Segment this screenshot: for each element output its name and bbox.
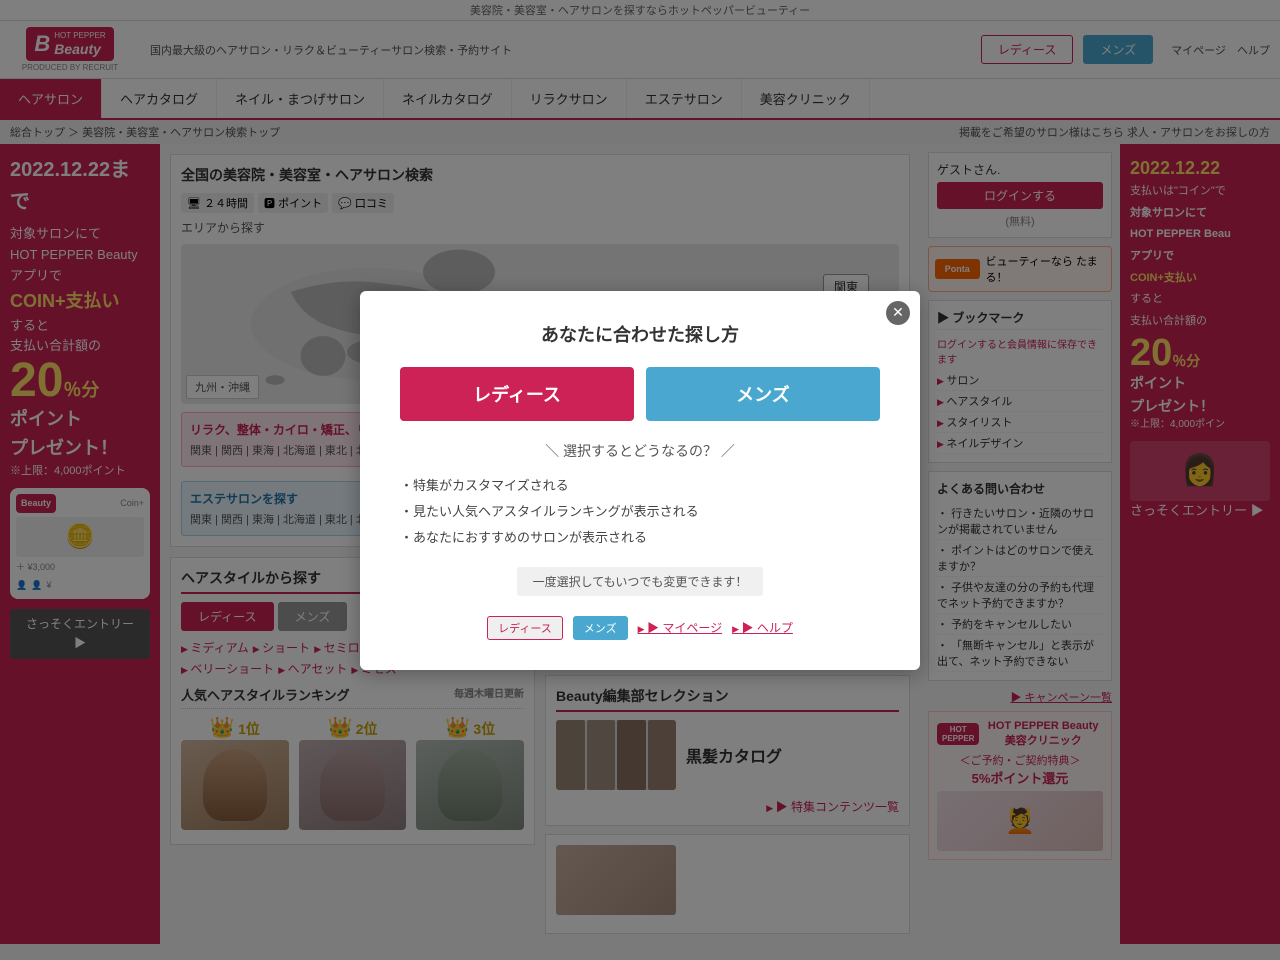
modal-center-note: 一度選択してもいつでも変更できます！ (400, 567, 880, 610)
feature-item-3: ・あなたにおすすめのサロンが表示される (400, 525, 880, 551)
modal-close-button[interactable]: ✕ (886, 301, 910, 325)
modal-bottom-ladies[interactable]: レディース (487, 616, 563, 640)
modal-question: ＼ 選択するとどうなるの？ ／ (400, 441, 880, 461)
modal-help-link[interactable]: ▶ ヘルプ (732, 617, 793, 638)
modal-change-note: 一度選択してもいつでも変更できます！ (517, 567, 764, 596)
modal-features: ・特集がカスタマイズされる ・見たい人気ヘアスタイルランキングが表示される ・あ… (400, 473, 880, 551)
modal-gender-buttons: レディース メンズ (400, 367, 880, 421)
modal-mypage-link[interactable]: ▶ マイページ (638, 617, 723, 638)
feature-item-2: ・見たい人気ヘアスタイルランキングが表示される (400, 499, 880, 525)
modal-ladies-button[interactable]: レディース (400, 367, 634, 421)
modal-overlay: ✕ あなたに合わせた探し方 レディース メンズ ＼ 選択するとどうなるの？ ／ … (0, 0, 1280, 960)
modal-bottom-links: レディース メンズ ▶ マイページ ▶ ヘルプ (400, 616, 880, 640)
modal-mens-button[interactable]: メンズ (646, 367, 880, 421)
feature-item-1: ・特集がカスタマイズされる (400, 473, 880, 499)
gender-selection-modal: ✕ あなたに合わせた探し方 レディース メンズ ＼ 選択するとどうなるの？ ／ … (360, 291, 920, 670)
modal-bottom-mens[interactable]: メンズ (573, 616, 628, 640)
modal-title: あなたに合わせた探し方 (400, 321, 880, 347)
